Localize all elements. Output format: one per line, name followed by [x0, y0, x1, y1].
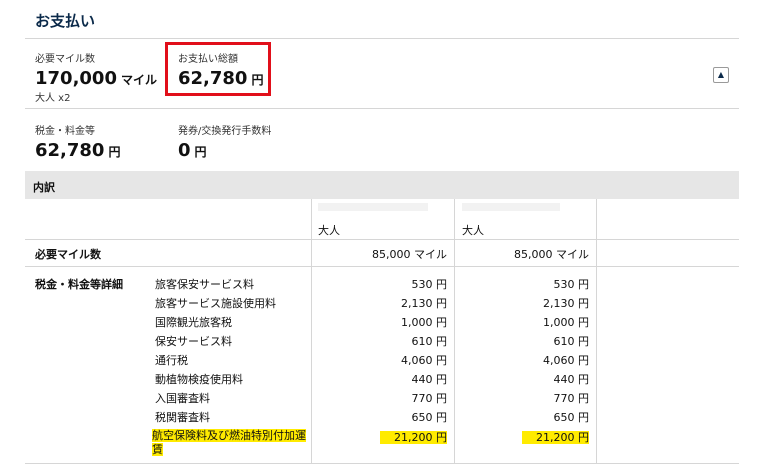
triangle-up-icon: ▲ — [717, 70, 725, 79]
highlighted-value-2: 21,200 円 — [522, 431, 589, 444]
fee-amount: 0円 — [178, 140, 207, 161]
tax-amount: 62,780 円 — [35, 140, 120, 161]
miles-row-value-1: 85,000 マイル — [372, 248, 447, 261]
tax-row-value-1: 2,130 円 — [401, 297, 447, 310]
tax-row-value-2: 650 円 — [553, 411, 590, 424]
fee-value: 0 — [178, 140, 191, 161]
tax-row-value-2: 1,000 円 — [543, 316, 589, 329]
tax-row-name: 通行税 — [155, 354, 188, 367]
highlighted-value-1: 21,200 円 — [380, 431, 447, 444]
tax-row-value-2: 530 円 — [553, 278, 590, 291]
tax-row-value-1: 650 円 — [411, 411, 448, 424]
row-divider — [25, 266, 739, 267]
row-divider — [25, 239, 739, 240]
column-header-adult-2: 大人 — [462, 224, 484, 237]
tax-row-name: 税関審査料 — [155, 411, 210, 424]
fee-unit: 円 — [194, 145, 207, 159]
tax-row-value-2: 440 円 — [553, 373, 590, 386]
tax-row-name: 旅客保安サービス料 — [155, 278, 254, 291]
tax-row-value-1: 440 円 — [411, 373, 448, 386]
required-miles-amount: 170,000 マイル — [35, 68, 157, 89]
tax-row-value-2: 770 円 — [553, 392, 590, 405]
tax-row-value-1: 610 円 — [411, 335, 448, 348]
tax-label: 税金・料金等 — [35, 126, 95, 137]
tax-row-name-highlighted: 航空保険料及び燃油特別付加運賃 — [152, 429, 308, 457]
tax-row-name: 旅客サービス施設使用料 — [155, 297, 276, 310]
highlighted-name: 航空保険料及び燃油特別付加運賃 — [152, 429, 306, 456]
tax-unit: 円 — [108, 145, 121, 159]
breakdown-section-label: 内訳 — [33, 181, 55, 194]
table-bottom-divider — [25, 463, 739, 464]
tax-row-value-1: 1,000 円 — [401, 316, 447, 329]
required-miles-unit: マイル — [120, 73, 157, 87]
passenger-note: 大人 x2 — [35, 93, 71, 104]
tax-row-value-2: 610 円 — [553, 335, 590, 348]
collapse-toggle-button[interactable]: ▲ — [713, 67, 729, 83]
tax-row-value-1: 530 円 — [411, 278, 448, 291]
tax-row-name: 入国審査料 — [155, 392, 210, 405]
total-highlight-box — [165, 42, 271, 96]
tax-row-value-1-highlighted: 21,200 円 — [312, 429, 447, 445]
column-header-cap — [462, 203, 560, 211]
tax-row-value-2-highlighted: 21,200 円 — [455, 429, 589, 445]
column-header-adult-1: 大人 — [318, 224, 340, 237]
tax-value: 62,780 — [35, 140, 105, 161]
fee-label: 発券/交換発行手数料 — [178, 126, 272, 137]
tax-row-name: 動植物検疫使用料 — [155, 373, 243, 386]
summary-divider — [25, 108, 739, 109]
tax-row-value-2: 2,130 円 — [543, 297, 589, 310]
tax-row-value-1: 770 円 — [411, 392, 448, 405]
required-miles-label: 必要マイル数 — [35, 54, 95, 65]
miles-row-value-2: 85,000 マイル — [514, 248, 589, 261]
column-header-cap — [318, 203, 428, 211]
tax-row-name: 保安サービス料 — [155, 335, 232, 348]
tax-row-value-1: 4,060 円 — [401, 354, 447, 367]
required-miles-value: 170,000 — [35, 68, 117, 89]
tax-row-name: 国際観光旅客税 — [155, 316, 232, 329]
breakdown-section-header — [25, 171, 739, 199]
page-title: お支払い — [35, 12, 96, 30]
tax-group-label: 税金・料金等詳細 — [35, 278, 123, 291]
title-divider — [25, 38, 739, 39]
tax-row-value-2: 4,060 円 — [543, 354, 589, 367]
miles-row-label: 必要マイル数 — [35, 248, 101, 261]
